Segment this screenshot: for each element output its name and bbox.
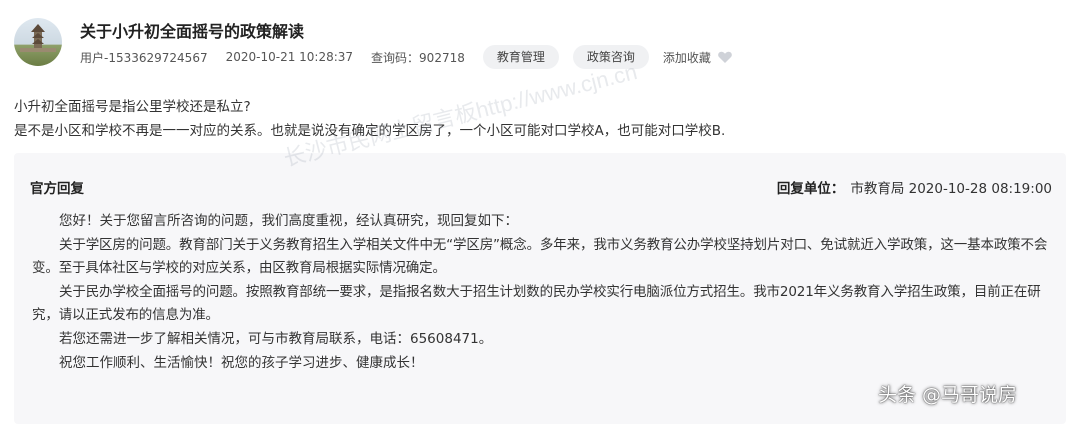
post-meta: 用户-1533629724567 2020-10-21 10:28:37 查询码…: [80, 44, 733, 70]
add-favorite-button[interactable]: 添加收藏: [663, 49, 711, 66]
brand-watermark: 头条 @马哥说房: [878, 384, 1018, 406]
reply-paragraph: 关于民办学校全面摇号的问题。按照教育部统一要求，是指报名数大于招生计划数的民办学…: [32, 283, 1041, 324]
tag-education-management[interactable]: 教育管理: [482, 45, 559, 69]
reply-unit-info: 回复单位： 市教育局 2020-10-28 08:19:00: [777, 177, 1052, 197]
question-line-2: 是不是小区和学校不再是一一对应的关系。也就是说没有确定的学区房了，一个小区可能对…: [14, 123, 726, 139]
avatar[interactable]: [14, 18, 62, 66]
author-name[interactable]: 用户-1533629724567: [80, 49, 208, 66]
post-datetime: 2020-10-21 10:28:37: [225, 50, 354, 64]
reply-heading: 官方回复: [30, 181, 84, 197]
reply-paragraph: 祝您工作顺利、生活愉快！祝您的孩子学习进步、健康成长！: [59, 354, 424, 371]
query-code: 查询码：902718: [371, 50, 465, 65]
question-line-1: 小升初全面摇号是指公里学校还是私立?: [14, 99, 251, 115]
reply-unit-value: 市教育局 2020-10-28 08:19:00: [850, 181, 1052, 197]
question-content: 小升初全面摇号是指公里学校还是私立? 是不是小区和学校不再是一一对应的关系。也就…: [14, 95, 725, 143]
heart-icon[interactable]: [717, 49, 733, 65]
post-header: 关于小升初全面摇号的政策解读 用户-1533629724567 2020-10-…: [14, 16, 1064, 72]
reply-paragraph: 若您还需进一步了解相关情况，可与市教育局联系，电话：65608471。: [59, 330, 493, 347]
reply-paragraph: 关于学区房的问题。教育部门关于义务教育招生入学相关文件中无“学区房”概念。多年来…: [32, 236, 1048, 277]
tag-policy-consulting[interactable]: 政策咨询: [572, 45, 649, 69]
reply-unit-label: 回复单位：: [776, 181, 845, 197]
page-title: 关于小升初全面摇号的政策解读: [80, 22, 305, 41]
reply-body: 您好！关于您留言所咨询的问题，我们高度重视，经认真研究，现回复如下： 关于学区房…: [32, 210, 1054, 375]
reply-paragraph: 您好！关于您留言所咨询的问题，我们高度重视，经认真研究，现回复如下：: [59, 213, 518, 229]
